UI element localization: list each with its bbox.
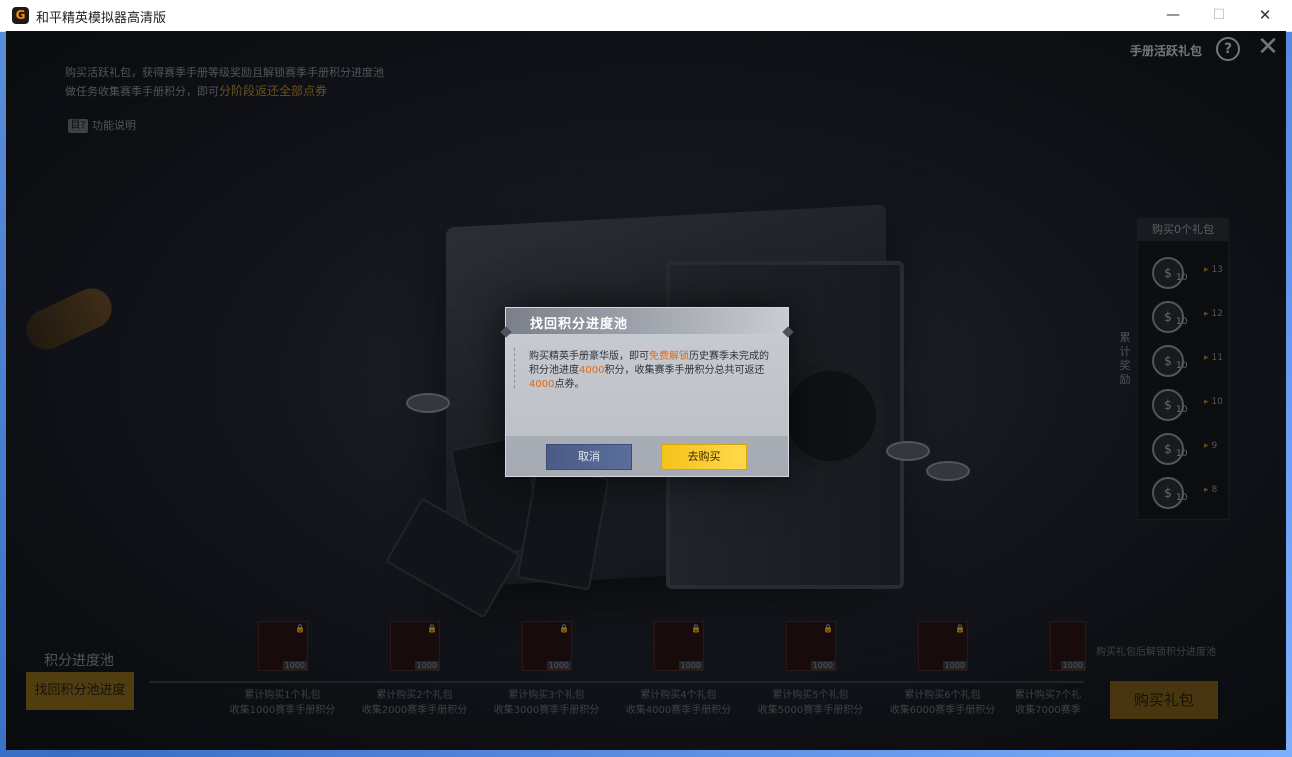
reward-qty: 10 xyxy=(1176,273,1188,283)
reward-qty: 10 xyxy=(1176,317,1188,327)
reward-qty: 10 xyxy=(1176,405,1188,415)
tier-badge: 1000 xyxy=(414,661,439,670)
lock-icon: 🔒 xyxy=(427,624,437,633)
cancel-button[interactable]: 取消 xyxy=(546,444,632,470)
emulator-window: G 和平精英模拟器高清版 — ☐ ✕ 购买活跃礼包，获得赛季手册等级奖励且解锁赛… xyxy=(0,0,1292,757)
dialog-title: 找回积分进度池 xyxy=(530,317,629,332)
reward-qty: 10 xyxy=(1176,361,1188,371)
highlight-text: 免费解锁 xyxy=(649,351,689,362)
minimize-button[interactable]: — xyxy=(1150,0,1196,31)
retrieve-progress-button[interactable]: 找回积分池进度 xyxy=(26,672,134,710)
dialog-header: 找回积分进度池 xyxy=(506,308,788,334)
maximize-button[interactable]: ☐ xyxy=(1196,0,1242,31)
help-icon[interactable]: ? xyxy=(1216,37,1240,61)
activity-description: 购买活跃礼包，获得赛季手册等级奖励且解锁赛季手册积分进度池 做任务收集赛季手册积… xyxy=(65,64,405,101)
progress-track xyxy=(149,681,1084,683)
tier-badge: 1000 xyxy=(282,661,307,670)
description-highlight: 分阶段返还全部点券 xyxy=(219,84,328,98)
buy-pack-button[interactable]: 购买礼包 xyxy=(1110,681,1218,719)
book-help-icon: 目? xyxy=(68,119,88,133)
progress-pool-label: 积分进度池 xyxy=(44,653,114,669)
game-viewport: 购买活跃礼包，获得赛季手册等级奖励且解锁赛季手册积分进度池 做任务收集赛季手册积… xyxy=(6,31,1286,750)
tier-description: 累计购买6个礼包 收集6000赛季手册积分 xyxy=(889,690,996,716)
reward-level: 10 xyxy=(1204,397,1223,407)
coin-decoration xyxy=(406,393,450,413)
description-line-2: 做任务收集赛季手册积分，即可分阶段返还全部点券 xyxy=(65,84,328,98)
tier-badge: 1000 xyxy=(810,661,835,670)
reward-qty: 10 xyxy=(1176,493,1188,503)
tier-description: 累计购买2个礼包 收集2000赛季手册积分 xyxy=(361,690,468,716)
tier-description: 累计购买7个礼 收集7000赛季 xyxy=(1014,690,1082,716)
reward-qty: 10 xyxy=(1176,449,1188,459)
highlight-text: 4000 xyxy=(579,365,605,376)
tier-description: 累计购买1个礼包 收集1000赛季手册积分 xyxy=(229,690,336,716)
lock-icon: 🔒 xyxy=(691,624,701,633)
tier-reward-box[interactable]: 🔒 1000 xyxy=(258,621,308,671)
unlock-hint: 购买礼包后解锁积分进度池 xyxy=(1096,647,1216,658)
lock-icon: 🔒 xyxy=(295,624,305,633)
function-help-label: 功能说明 xyxy=(92,119,136,132)
reward-level: 13 xyxy=(1204,265,1223,275)
title-bar: G 和平精英模拟器高清版 — ☐ ✕ xyxy=(0,0,1292,32)
close-icon[interactable]: ✕ xyxy=(1256,34,1280,60)
tier-reward-box[interactable]: 1000 xyxy=(1050,621,1086,671)
window-title: 和平精英模拟器高清版 xyxy=(36,11,167,26)
retrieve-progress-dialog: 找回积分进度池 购买精英手册豪华版，即可免费解锁历史赛季未完成的积分池进度400… xyxy=(500,307,794,477)
lock-icon: 🔒 xyxy=(955,624,965,633)
safe-dial-illustration xyxy=(776,361,886,471)
bullet-decoration xyxy=(19,281,119,357)
pack-title: 手册活跃礼包 xyxy=(1130,44,1203,58)
go-buy-button[interactable]: 去购买 xyxy=(661,444,747,470)
dialog-side-decoration xyxy=(514,348,521,388)
tier-reward-box[interactable]: 🔒 1000 xyxy=(522,621,572,671)
tier-badge: 1000 xyxy=(678,661,703,670)
reward-panel-title: 购买0个礼包 xyxy=(1138,219,1228,241)
dialog-message: 购买精英手册豪华版，即可免费解锁历史赛季未完成的积分池进度4000积分，收集赛季… xyxy=(529,351,769,390)
app-logo-icon: G xyxy=(12,7,29,24)
function-help-link[interactable]: 目? 功能说明 xyxy=(68,117,136,133)
coin-decoration xyxy=(926,461,970,481)
lock-icon: 🔒 xyxy=(559,624,569,633)
tier-description: 累计购买4个礼包 收集4000赛季手册积分 xyxy=(625,690,732,716)
reward-level: 8 xyxy=(1204,485,1218,495)
tier-badge: 1000 xyxy=(1060,661,1085,670)
tier-reward-box[interactable]: 🔒 1000 xyxy=(654,621,704,671)
tier-badge: 1000 xyxy=(942,661,967,670)
tier-badge: 1000 xyxy=(546,661,571,670)
lock-icon: 🔒 xyxy=(823,624,833,633)
coin-decoration xyxy=(886,441,930,461)
reward-level: 12 xyxy=(1204,309,1223,319)
tier-reward-box[interactable]: 🔒 1000 xyxy=(918,621,968,671)
tier-description: 累计购买3个礼包 收集3000赛季手册积分 xyxy=(493,690,600,716)
tier-reward-box[interactable]: 🔒 1000 xyxy=(786,621,836,671)
tier-description: 累计购买5个礼包 收集5000赛季手册积分 xyxy=(757,690,864,716)
highlight-text: 4000 xyxy=(529,379,555,390)
reward-panel: 购买0个礼包 $ 10 13 $ 10 12 $ 10 11 $ 10 10 xyxy=(1137,218,1229,520)
reward-level: 9 xyxy=(1204,441,1218,451)
window-close-button[interactable]: ✕ xyxy=(1242,0,1288,31)
cumulative-rewards-tab[interactable]: 累计奖励 xyxy=(1117,331,1133,387)
reward-level: 11 xyxy=(1204,353,1223,363)
description-line-1: 购买活跃礼包，获得赛季手册等级奖励且解锁赛季手册积分进度池 xyxy=(65,66,384,79)
tier-reward-box[interactable]: 🔒 1000 xyxy=(390,621,440,671)
